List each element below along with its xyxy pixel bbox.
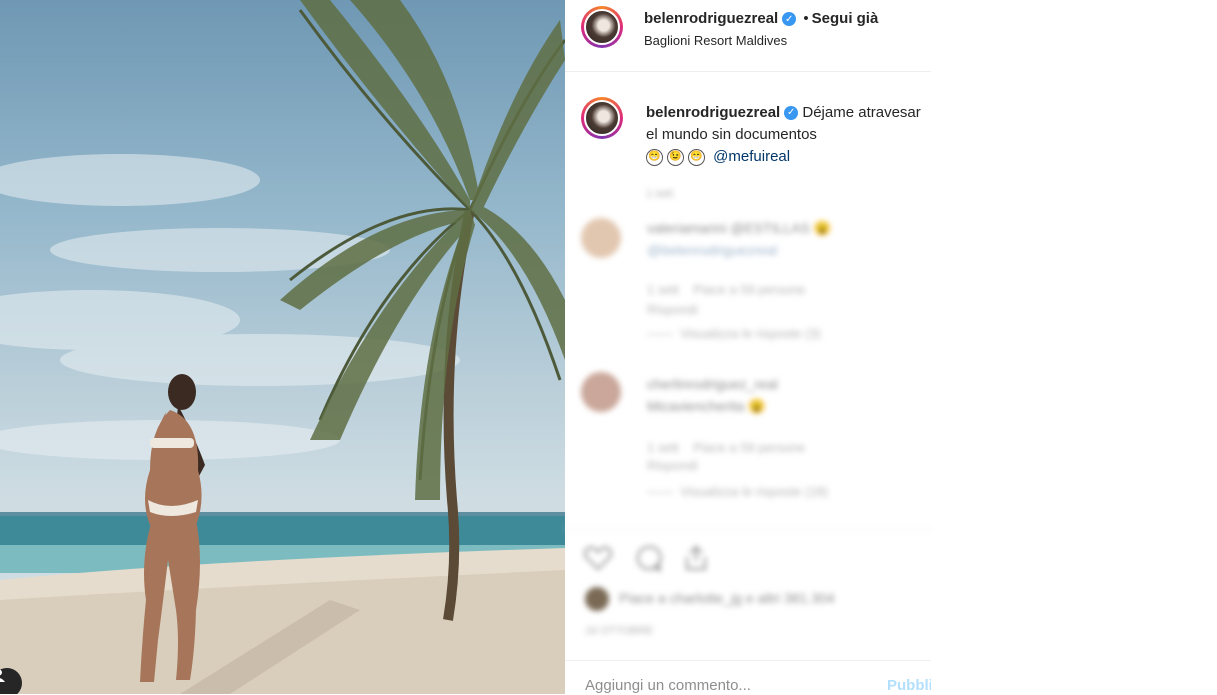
commenter-username[interactable]: valeriamarini [647,220,726,236]
caption-mention-link[interactable]: @mefuireal [713,148,790,165]
author-username[interactable]: belenrodriguezreal [644,10,778,27]
commenter-avatar[interactable] [581,372,621,412]
header-line: belenrodriguezreal ✓ • Segui già [644,10,878,27]
wink-emoji-icon: 😉 [667,148,684,166]
add-comment-bar: Pubblica [565,660,931,695]
reply-button[interactable]: Rispondi [647,458,698,473]
verified-badge-icon: ✓ [784,106,799,121]
beach-scene [0,0,565,694]
post-location[interactable]: Baglioni Resort Maldives [644,33,787,48]
comment-likes[interactable]: Piace a 59 persone [693,282,805,297]
comment-time: 1 sett [647,282,679,297]
likes-count[interactable]: Piace a charlotte_jg e altri 381.304 [619,590,835,606]
caption-avatar[interactable] [581,97,623,139]
verified-badge-icon: ✓ [782,12,797,27]
view-replies-label: Visualizza le risposte (18) [680,484,829,499]
view-replies-button[interactable]: —— Visualizza le risposte (18) [647,484,828,499]
comment-text: @ESTILLAS 😮 [730,220,832,236]
post-side-panel: belenrodriguezreal ✓ • Segui già Baglioni … [565,0,931,694]
grin-emoji-icon: 😁 [646,148,663,166]
post-date: 16 OTTOBRE [585,625,654,637]
publish-button[interactable]: Pubblica [887,677,931,694]
grin-emoji-icon: 😁 [688,148,705,166]
comment-icon[interactable] [633,543,663,573]
post-header: belenrodriguezreal ✓ • Segui già Baglioni … [565,0,931,72]
reply-button[interactable]: Rispondi [647,302,698,317]
author-avatar[interactable] [581,6,623,48]
view-replies-label: Visualizza le risposte (3) [680,326,821,341]
share-icon[interactable] [681,543,711,573]
post-caption: belenrodriguezreal ✓ Déjame atravesar el … [646,102,922,168]
commenter-avatar[interactable] [581,218,621,258]
comment-likes[interactable]: Piace a 59 persone [693,440,805,455]
comment-mention-link[interactable]: @belenrodriguezreal [647,242,777,258]
follow-separator: • [803,10,809,27]
post-actions: Piace a charlotte_jg e altri 381.304 16 … [565,528,931,679]
comment-meta: 1 sett Piace a 59 persone [647,282,805,297]
following-button[interactable]: Segui già [812,10,879,27]
comment-time: 1 sett [647,440,679,455]
comment-text: Micaviencherita 😮 [647,398,766,414]
heart-icon[interactable] [583,543,613,573]
post-photo[interactable] [0,0,565,694]
caption-time: 1 sett [646,188,673,200]
commenter-username[interactable]: cherlinrodriguez_real [647,376,778,392]
comment-input[interactable] [585,677,845,694]
view-replies-button[interactable]: —— Visualizza le risposte (3) [647,326,821,341]
comment-meta: 1 sett Piace a 59 persone [647,440,805,455]
caption-username[interactable]: belenrodriguezreal [646,104,780,121]
liker-avatar[interactable] [585,587,609,611]
commenter-line: valeriamarini @ESTILLAS 😮 [647,220,831,237]
